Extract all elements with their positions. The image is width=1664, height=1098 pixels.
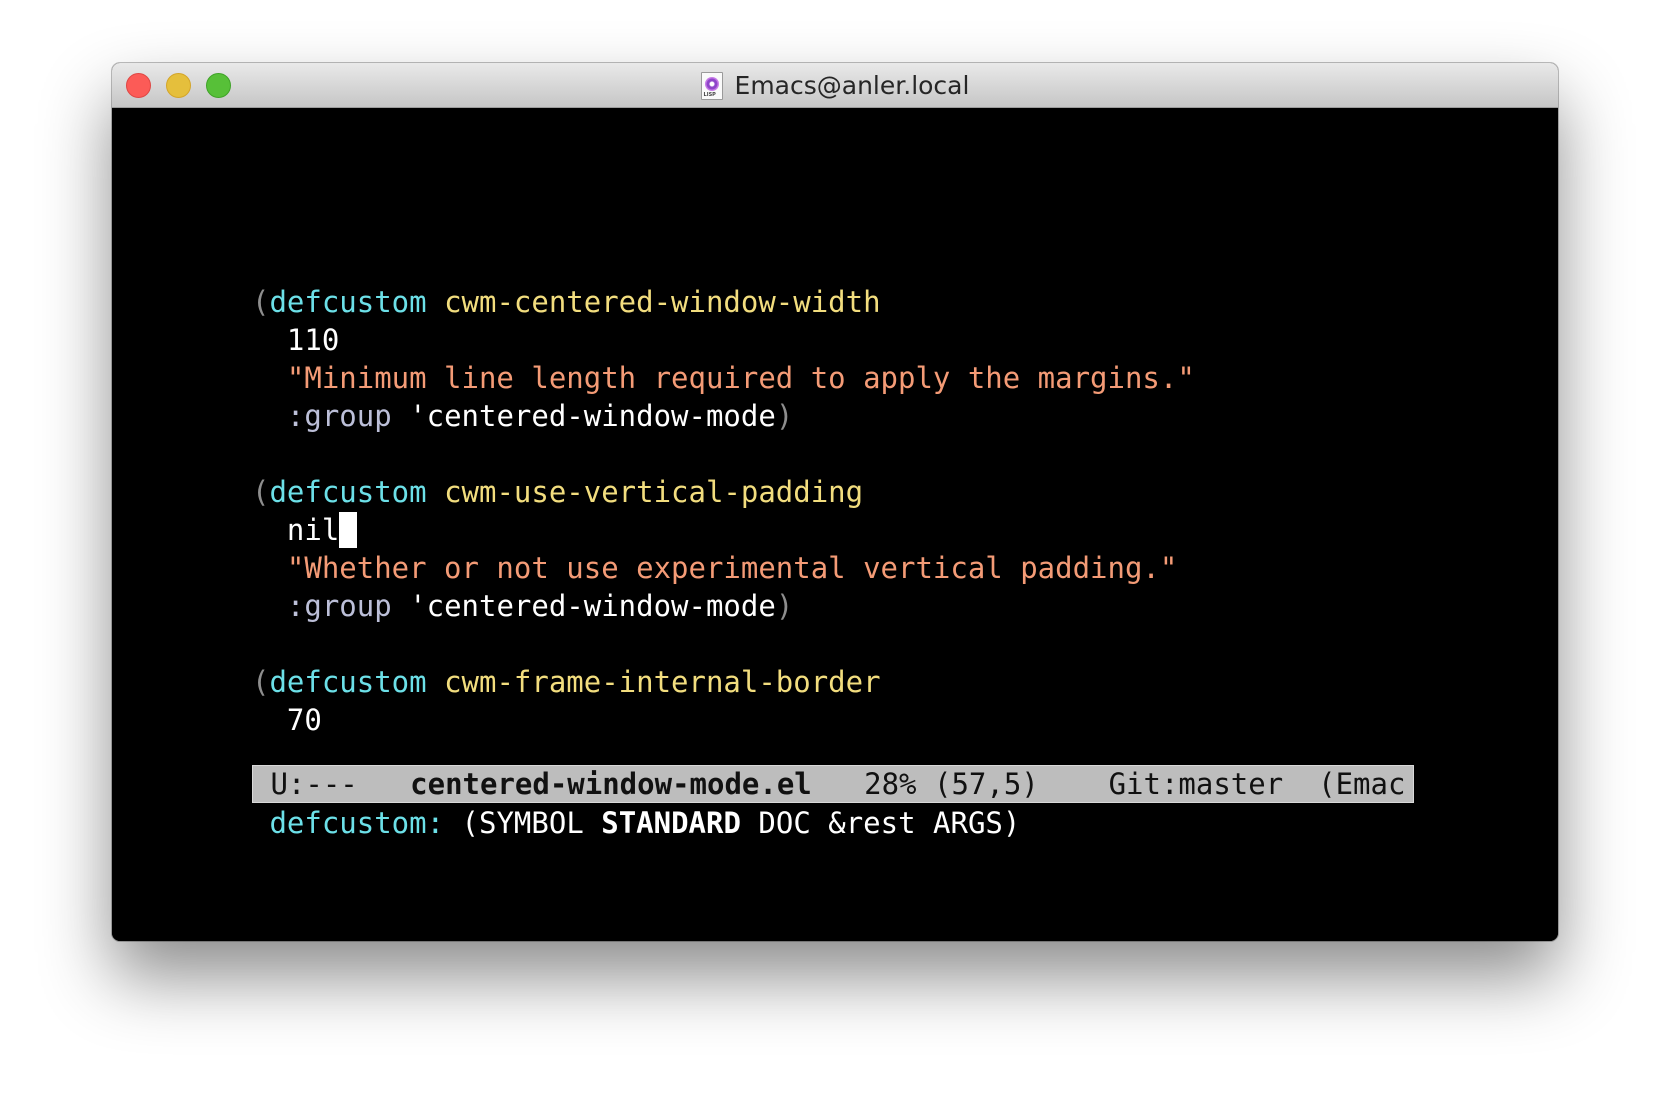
- code-line: :group 'centered-window-mode): [252, 587, 1552, 625]
- mode-line[interactable]: U:--- centered-window-mode.el 28% (57,5)…: [252, 765, 1414, 803]
- text-cursor: [339, 512, 358, 548]
- variable-name-token: cwm-centered-window-width: [444, 285, 881, 319]
- code-line: "Minimum line length required to apply t…: [252, 359, 1552, 397]
- group-key-token: :group: [286, 589, 392, 623]
- eldoc-function-name: defcustom:: [269, 806, 445, 840]
- buffer-status: U:---: [270, 767, 358, 801]
- echo-area: defcustom: (SYMBOL STANDARD DOC &rest AR…: [252, 803, 1552, 843]
- title-bar[interactable]: LISP Emacs@anler.local: [112, 63, 1558, 108]
- close-paren: ): [775, 399, 794, 433]
- docstring-token: "Whether or not use experimental vertica…: [286, 551, 1178, 585]
- open-paren: (: [252, 285, 270, 319]
- eldoc-arg-current: STANDARD: [601, 806, 741, 840]
- group-value-token: 'centered-window-mode: [409, 589, 776, 623]
- value-token: nil: [286, 513, 340, 547]
- emacs-logo-icon: [704, 76, 719, 91]
- code-line: :group 'centered-window-mode): [252, 397, 1552, 435]
- buffer-name[interactable]: centered-window-mode.el: [410, 767, 812, 801]
- code-buffer[interactable]: (defcustom cwm-centered-window-width 110…: [252, 283, 1552, 821]
- code-line: (defcustom cwm-centered-window-width: [252, 283, 1552, 321]
- emacs-window: LISP Emacs@anler.local (defcustom cwm-ce…: [112, 63, 1558, 941]
- open-paren: (: [252, 665, 270, 699]
- code-line: (defcustom cwm-frame-internal-border: [252, 663, 1552, 701]
- code-line: nil: [252, 511, 1552, 549]
- editor-area[interactable]: (defcustom cwm-centered-window-width 110…: [112, 109, 1558, 941]
- major-mode[interactable]: (Emac: [1318, 767, 1405, 801]
- code-line: 110: [252, 321, 1552, 359]
- keyword-token: defcustom: [269, 475, 427, 509]
- eldoc-open-paren: (: [461, 806, 480, 840]
- eldoc-arg-symbol: SYMBOL: [479, 806, 584, 840]
- eldoc-arg-rest: &rest: [828, 806, 916, 840]
- vc-branch[interactable]: Git:master: [1109, 767, 1284, 801]
- variable-name-token: cwm-use-vertical-padding: [444, 475, 864, 509]
- eldoc-arg-doc: DOC: [758, 806, 811, 840]
- close-paren: ): [775, 589, 794, 623]
- group-value-token: 'centered-window-mode: [409, 399, 776, 433]
- group-key-token: :group: [286, 399, 392, 433]
- window-title: Emacs@anler.local: [734, 71, 970, 100]
- variable-name-token: cwm-frame-internal-border: [444, 665, 881, 699]
- keyword-token: defcustom: [269, 665, 427, 699]
- eldoc-arg-args: ARGS: [933, 806, 1003, 840]
- value-token: 110: [286, 323, 340, 357]
- code-line: (defcustom cwm-use-vertical-padding: [252, 473, 1552, 511]
- title-group: LISP Emacs@anler.local: [112, 63, 1558, 108]
- cursor-position: 28% (57,5): [864, 767, 1039, 801]
- file-type-tag: LISP: [703, 91, 716, 98]
- code-line: "Whether or not use experimental vertica…: [252, 549, 1552, 587]
- docstring-token: "Minimum line length required to apply t…: [286, 361, 1195, 395]
- eldoc-close-paren: ): [1002, 806, 1021, 840]
- keyword-token: defcustom: [269, 285, 427, 319]
- value-token: 70: [286, 703, 322, 737]
- code-line-partial: 70: [252, 701, 1552, 739]
- open-paren: (: [252, 475, 270, 509]
- lisp-file-icon[interactable]: LISP: [700, 71, 723, 100]
